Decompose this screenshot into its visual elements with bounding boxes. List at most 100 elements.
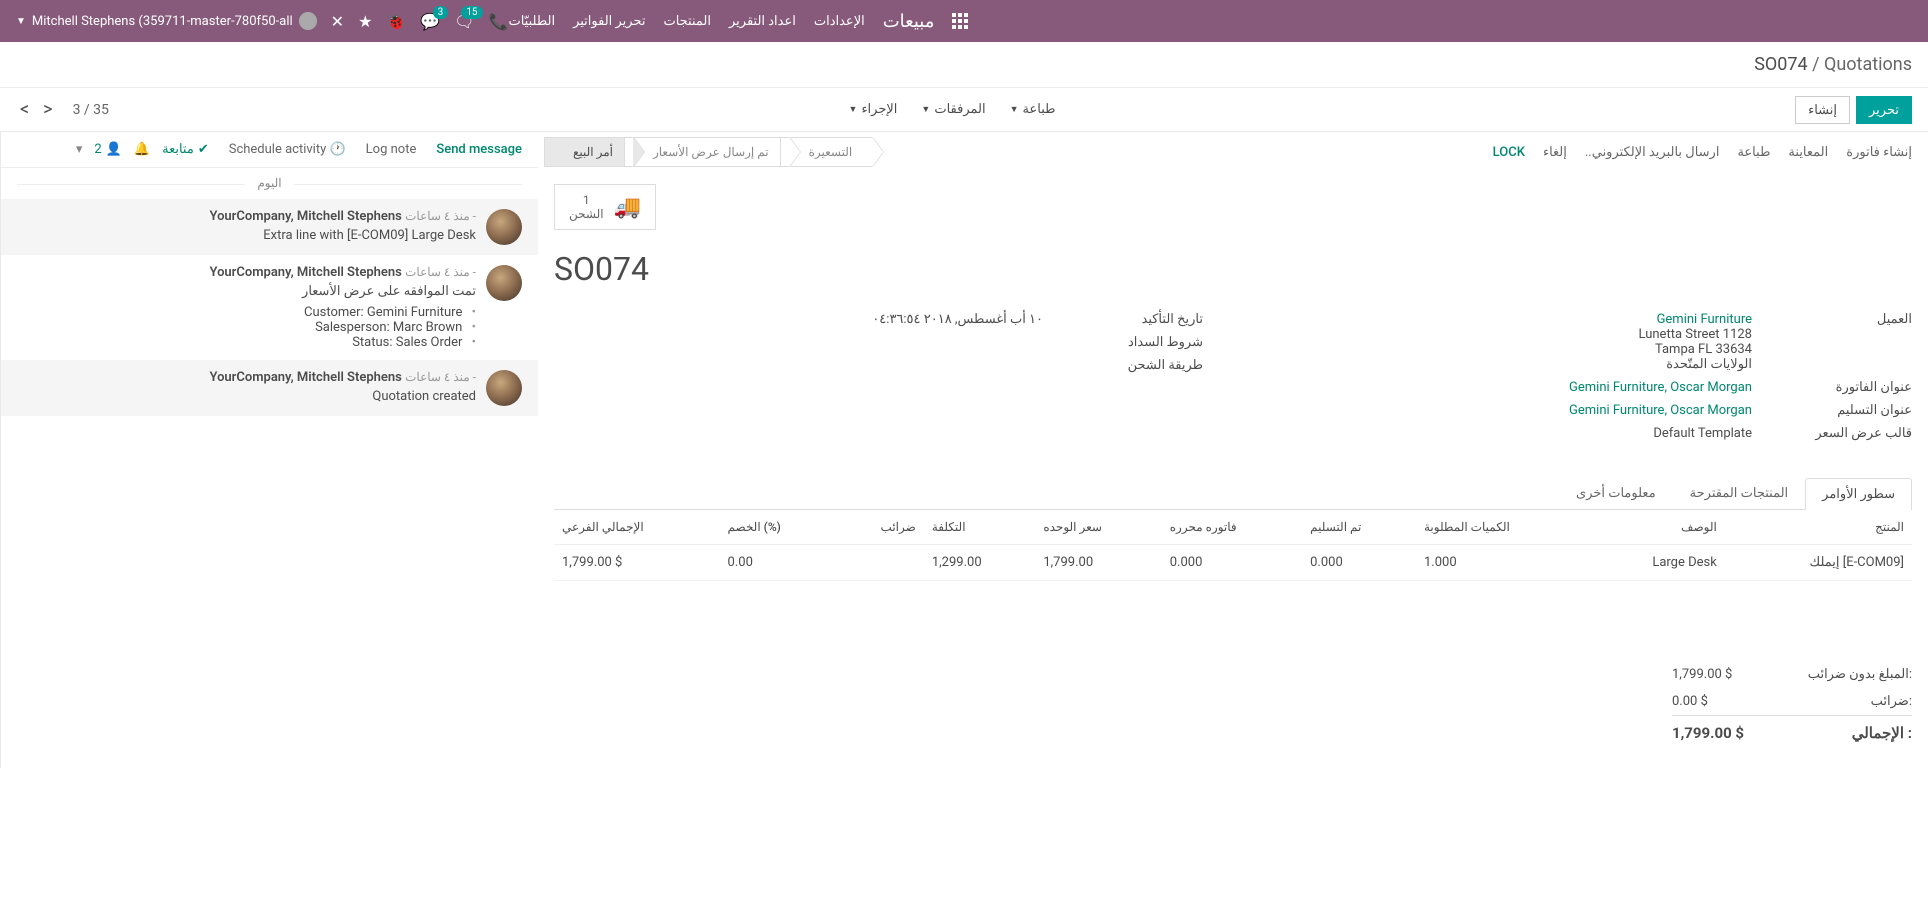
nav-orders[interactable]: الطلبيّات bbox=[508, 14, 555, 29]
edit-button[interactable]: تحرير bbox=[1856, 96, 1912, 124]
preview-button[interactable]: المعاينة bbox=[1788, 145, 1828, 160]
breadcrumb-row: SO074 / Quotations bbox=[0, 42, 1928, 88]
template-label: قالب عرض السعر bbox=[1792, 426, 1912, 441]
col-invoiced: فاتوره محرره bbox=[1162, 510, 1302, 545]
avatar bbox=[486, 370, 522, 406]
next-arrow-icon[interactable]: > bbox=[39, 99, 56, 120]
message-author: YourCompany, Mitchell Stephens bbox=[209, 209, 401, 224]
breadcrumb: SO074 / Quotations bbox=[1754, 54, 1912, 75]
nav-products[interactable]: المنتجات bbox=[663, 14, 711, 29]
nav-reporting[interactable]: اعداد التقرير bbox=[729, 14, 796, 29]
user-env-menu[interactable]: ▼ Mitchell Stephens (359711-master-780f5… bbox=[16, 12, 317, 30]
bell-icon[interactable]: 🔔 bbox=[134, 142, 150, 157]
close-icon[interactable]: ✕ bbox=[331, 12, 344, 31]
follow-button[interactable]: متابعة ✔ bbox=[162, 142, 209, 157]
check-icon: ✔ bbox=[198, 142, 209, 157]
phone-icon[interactable]: 📞 bbox=[489, 12, 509, 31]
message-content: Quotation created bbox=[17, 389, 476, 404]
form-view: إنشاء فاتورة المعاينة طباعة ارسال بالبري… bbox=[538, 132, 1928, 768]
chatter-panel: ▾ 2 👤 🔔 متابعة ✔ Schedule activity 🕐 Log… bbox=[0, 132, 538, 768]
nav-settings[interactable]: الإعدادات bbox=[814, 14, 865, 29]
message-author: YourCompany, Mitchell Stephens bbox=[209, 370, 401, 385]
chat-badge: 3 bbox=[433, 6, 449, 19]
clock-icon: 🕐 bbox=[329, 142, 345, 157]
create-button[interactable]: إنشاء bbox=[1795, 96, 1850, 124]
top-navbar: ▼ Mitchell Stephens (359711-master-780f5… bbox=[0, 0, 1928, 42]
chatter-message[interactable]: - منذ ٤ ساعات YourCompany, Mitchell Step… bbox=[1, 255, 538, 360]
table-row[interactable]: [E-COM09] إيملك Large Desk 1.000 0.000 0… bbox=[554, 545, 1912, 581]
customer-label: العميل bbox=[1792, 312, 1912, 327]
discuss-icon[interactable]: 🗨15 bbox=[454, 12, 474, 31]
untaxed-label: المبلغ بدون ضرائب: bbox=[1808, 667, 1912, 682]
schedule-activity-link[interactable]: Schedule activity 🕐 bbox=[229, 142, 346, 157]
user-env-label: Mitchell Stephens (359711-master-780f50-… bbox=[32, 14, 293, 29]
payment-terms-label: شروط السداد bbox=[1083, 335, 1203, 350]
total-label: الإجمالي : bbox=[1852, 724, 1912, 742]
tabs: سطور الأوامر المنتجات المقترحة معلومات أ… bbox=[554, 477, 1912, 510]
delivery-stat-button[interactable]: 🚚 1الشحن bbox=[554, 184, 656, 230]
shipping-label: طريقة الشحن bbox=[1083, 358, 1203, 373]
discuss-badge: 15 bbox=[461, 6, 482, 19]
action-dropdown[interactable]: ▼ الإجراء bbox=[849, 102, 898, 117]
chatter-message[interactable]: - منذ ٤ ساعات YourCompany, Mitchell Step… bbox=[1, 360, 538, 416]
apps-icon[interactable] bbox=[952, 13, 968, 29]
create-invoice-button[interactable]: إنشاء فاتورة bbox=[1846, 145, 1912, 160]
print-dropdown[interactable]: ▼ طباعة bbox=[1010, 102, 1056, 117]
chatter-message[interactable]: - منذ ٤ ساعات YourCompany, Mitchell Step… bbox=[1, 199, 538, 255]
follower-dropdown[interactable]: ▾ bbox=[76, 142, 83, 157]
truck-icon: 🚚 bbox=[614, 195, 641, 220]
follower-count[interactable]: 2 👤 bbox=[94, 142, 122, 157]
delivery-address-link[interactable]: Gemini Furniture, Oscar Morgan bbox=[1569, 403, 1752, 418]
col-product: المنتج bbox=[1725, 510, 1912, 545]
col-qty: الكميات المطلوبة bbox=[1416, 510, 1588, 545]
delivery-address-label: عنوان التسليم bbox=[1792, 403, 1912, 418]
customer-link[interactable]: Gemini Furniture bbox=[1657, 312, 1752, 327]
avatar bbox=[486, 209, 522, 245]
day-separator: اليوم bbox=[1, 168, 538, 199]
totals-box: 1,799.00 $المبلغ بدون ضرائب: 0.00 $ضرائب… bbox=[1672, 661, 1912, 748]
message-content: Extra line with [E-COM09] Large Desk bbox=[17, 228, 476, 243]
breadcrumb-current: SO074 bbox=[1754, 54, 1807, 75]
app-brand: مبيعات bbox=[883, 11, 935, 32]
total-value: 1,799.00 $ bbox=[1672, 724, 1744, 742]
invoice-address-link[interactable]: Gemini Furniture, Oscar Morgan bbox=[1569, 380, 1752, 395]
confirm-date-label: تاريخ التأكيد bbox=[1083, 312, 1203, 327]
order-name: SO074 bbox=[554, 250, 1912, 288]
message-author: YourCompany, Mitchell Stephens bbox=[209, 265, 401, 280]
status-step-order[interactable]: أمر البيع bbox=[544, 137, 634, 167]
order-lines-table: المنتج الوصف الكميات المطلوبة تم التسليم… bbox=[554, 510, 1912, 581]
template-value: Default Template bbox=[1263, 426, 1752, 441]
col-delivered: تم التسليم bbox=[1302, 510, 1416, 545]
col-taxes: ضرائب bbox=[837, 510, 924, 545]
col-subtotal: الإجمالي الفرعي bbox=[554, 510, 720, 545]
chat-icon[interactable]: 💬3 bbox=[420, 12, 440, 31]
send-email-button[interactable]: ارسال بالبريد الإلكتروني.. bbox=[1585, 145, 1720, 160]
user-icon: 👤 bbox=[106, 142, 122, 157]
pager-text: 3 / 35 bbox=[73, 102, 109, 118]
cancel-button[interactable]: إلغاء bbox=[1543, 145, 1567, 160]
message-content: تمت الموافقه على عرض الأسعار Customer: G… bbox=[17, 284, 476, 350]
col-unit-price: سعر الوحده bbox=[1035, 510, 1161, 545]
avatar bbox=[486, 265, 522, 301]
controls-row: < > 3 / 35 ▼ الإجراء ▼ المرفقات ▼ طباعة … bbox=[0, 88, 1928, 132]
bug-icon[interactable]: 🐞 bbox=[386, 12, 406, 31]
send-message-link[interactable]: Send message bbox=[436, 142, 522, 157]
prev-arrow-icon[interactable]: < bbox=[16, 99, 33, 120]
attachments-dropdown[interactable]: ▼ المرفقات bbox=[921, 102, 985, 117]
tab-order-lines[interactable]: سطور الأوامر bbox=[1805, 478, 1912, 510]
tab-other-info[interactable]: معلومات أخرى bbox=[1559, 477, 1673, 509]
log-note-link[interactable]: Log note bbox=[366, 142, 417, 157]
print-button[interactable]: طباعة bbox=[1737, 145, 1770, 160]
col-discount: الخصم (%) bbox=[720, 510, 837, 545]
chatter-header: ▾ 2 👤 🔔 متابعة ✔ Schedule activity 🕐 Log… bbox=[1, 132, 538, 168]
status-step-sent[interactable]: تم إرسال عرض الأسعار bbox=[624, 137, 790, 167]
tab-optional-products[interactable]: المنتجات المقترحة bbox=[1673, 477, 1806, 509]
nav-invoicing[interactable]: تحرير الفواتير bbox=[573, 14, 645, 29]
col-desc: الوصف bbox=[1588, 510, 1724, 545]
untaxed-value: 1,799.00 $ bbox=[1672, 667, 1732, 682]
star-icon[interactable]: ★ bbox=[358, 12, 372, 31]
lock-button[interactable]: LOCK bbox=[1493, 145, 1525, 160]
breadcrumb-parent[interactable]: Quotations bbox=[1824, 54, 1912, 75]
invoice-address-label: عنوان الفاتورة bbox=[1792, 380, 1912, 395]
status-bar: أمر البيع تم إرسال عرض الأسعار التسعيرة bbox=[554, 137, 873, 167]
